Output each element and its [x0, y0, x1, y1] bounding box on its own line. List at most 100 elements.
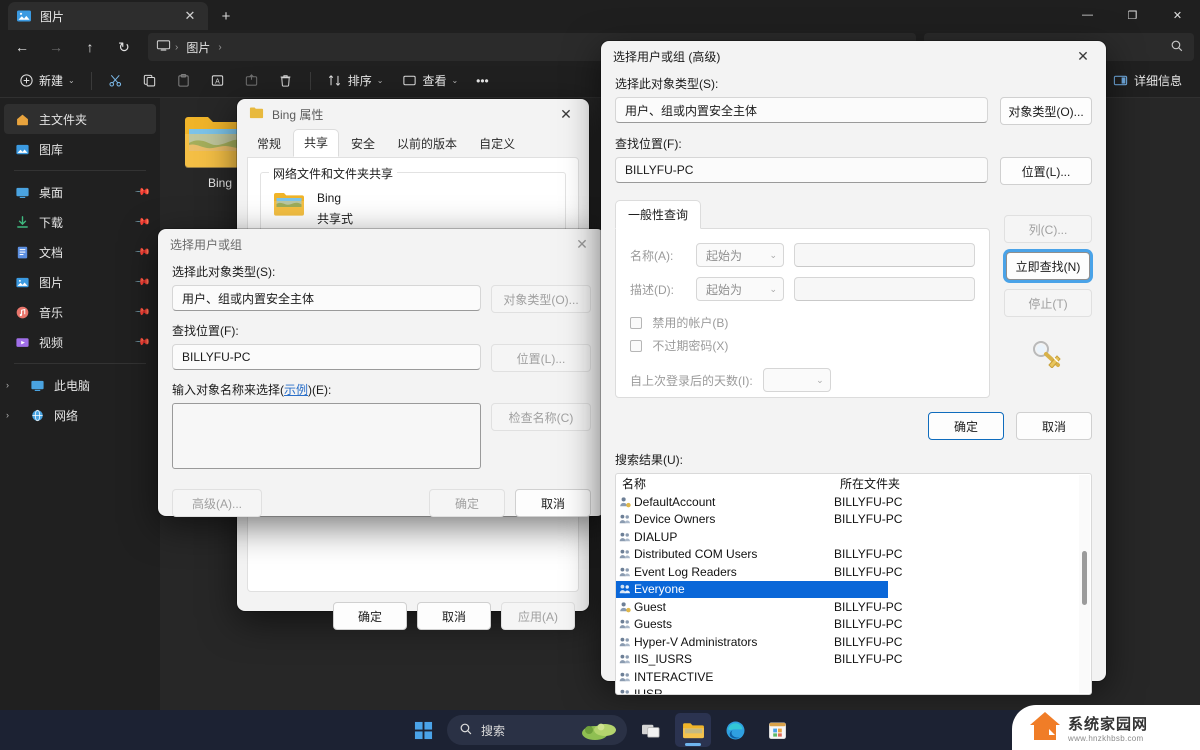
table-row[interactable]: Guests BILLYFU-PC [616, 616, 1091, 634]
results-scrollbar-thumb[interactable] [1082, 551, 1087, 605]
sidebar-item-gallery[interactable]: 图库 [4, 134, 156, 164]
column-header-folder[interactable]: 所在文件夹 [834, 475, 900, 493]
table-row[interactable]: Hyper-V Administrators BILLYFU-PC [616, 633, 1091, 651]
tab-previous-versions[interactable]: 以前的版本 [387, 131, 467, 157]
table-row[interactable]: IUSR [616, 686, 1091, 696]
results-scrollbar[interactable] [1079, 475, 1090, 693]
table-row-selected[interactable]: Everyone [616, 581, 888, 599]
name-operator-select[interactable]: 起始为 ⌄ [696, 243, 784, 267]
table-row[interactable]: Event Log Readers BILLYFU-PC [616, 563, 1091, 581]
more-button[interactable]: ••• [468, 67, 497, 95]
table-row[interactable]: INTERACTIVE [616, 668, 1091, 686]
start-button[interactable] [405, 713, 441, 747]
cancel-button[interactable]: 取消 [1016, 412, 1092, 440]
advanced-button[interactable]: 高级(A)... [172, 489, 262, 517]
tab-sharing[interactable]: 共享 [293, 129, 339, 157]
sidebar-item-desktop[interactable]: 桌面 📌 [4, 177, 156, 207]
sidebar-item-videos[interactable]: 视频 📌 [4, 327, 156, 357]
minimize-button[interactable]: — [1065, 0, 1110, 30]
table-row[interactable]: Guest BILLYFU-PC [616, 598, 1091, 616]
table-row[interactable]: IIS_IUSRS BILLYFU-PC [616, 651, 1091, 669]
locations-button[interactable]: 位置(L)... [491, 344, 591, 372]
task-view-button[interactable] [633, 713, 669, 747]
tab-customize[interactable]: 自定义 [469, 131, 525, 157]
object-names-input[interactable] [172, 403, 481, 469]
search-icon[interactable] [1170, 39, 1184, 56]
column-header-name[interactable]: 名称 [616, 475, 834, 493]
close-icon[interactable]: ✕ [549, 100, 583, 128]
days-since-logon-select[interactable]: ⌄ [763, 368, 831, 392]
taskbar-search[interactable]: 搜索 [447, 715, 627, 745]
sidebar-item-home[interactable]: 主文件夹 [4, 104, 156, 134]
share-button[interactable] [236, 67, 268, 95]
sidebar-item-pictures[interactable]: 图片 📌 [4, 267, 156, 297]
apply-button[interactable]: 应用(A) [501, 602, 575, 630]
pin-icon[interactable]: 📌 [133, 304, 150, 321]
locations-button[interactable]: 位置(L)... [1000, 157, 1092, 185]
check-names-button[interactable]: 检查名称(C) [491, 403, 591, 431]
pin-icon[interactable]: 📌 [133, 274, 150, 291]
chevron-right-icon[interactable]: › [6, 380, 20, 390]
close-icon[interactable]: ✕ [565, 230, 599, 258]
pin-icon[interactable]: 📌 [133, 184, 150, 201]
stop-button[interactable]: 停止(T) [1004, 289, 1092, 317]
object-types-button[interactable]: 对象类型(O)... [1000, 97, 1092, 125]
rename-button[interactable]: A [202, 67, 234, 95]
delete-button[interactable] [270, 67, 302, 95]
non-expiring-password-checkbox[interactable]: 不过期密码(X) [630, 337, 975, 354]
chevron-right-icon[interactable]: › [6, 410, 20, 420]
disabled-accounts-checkbox[interactable]: 禁用的帐户(B) [630, 314, 975, 331]
description-filter-input[interactable] [794, 277, 975, 301]
sidebar-item-this-pc[interactable]: › 此电脑 [4, 370, 156, 400]
sidebar-item-network[interactable]: › 网络 [4, 400, 156, 430]
description-operator-select[interactable]: 起始为 ⌄ [696, 277, 784, 301]
view-button[interactable]: 查看 ⌄ [393, 67, 466, 95]
object-type-field[interactable]: 用户、组或内置安全主体 [615, 97, 988, 123]
details-pane-button[interactable]: 详细信息 [1105, 67, 1190, 95]
sidebar-item-music[interactable]: 音乐 📌 [4, 297, 156, 327]
table-row[interactable]: Distributed COM Users BILLYFU-PC [616, 546, 1091, 564]
location-field[interactable]: BILLYFU-PC [172, 344, 481, 370]
pin-icon[interactable]: 📌 [133, 214, 150, 231]
search-results-list[interactable]: 名称 所在文件夹 DefaultAccount BILLYFU-PC Devic… [615, 473, 1092, 695]
ok-button[interactable]: 确定 [429, 489, 505, 517]
close-icon[interactable]: ✕ [1066, 42, 1100, 70]
close-window-button[interactable]: ✕ [1155, 0, 1200, 30]
table-row[interactable]: Device Owners BILLYFU-PC [616, 511, 1091, 529]
sidebar-item-downloads[interactable]: 下载 📌 [4, 207, 156, 237]
refresh-icon[interactable]: ↻ [108, 33, 140, 61]
maximize-button[interactable]: ❐ [1110, 0, 1155, 30]
breadcrumb-current[interactable]: 图片 [182, 37, 214, 58]
copy-button[interactable] [134, 67, 166, 95]
sidebar-item-documents[interactable]: 文档 📌 [4, 237, 156, 267]
object-type-field[interactable]: 用户、组或内置安全主体 [172, 285, 481, 311]
name-filter-input[interactable] [794, 243, 975, 267]
microsoft-store-button[interactable] [759, 713, 795, 747]
forward-icon[interactable]: → [40, 33, 72, 61]
tab-security[interactable]: 安全 [341, 131, 385, 157]
paste-button[interactable] [168, 67, 200, 95]
examples-link[interactable]: 示例 [284, 383, 308, 397]
cut-button[interactable] [100, 67, 132, 95]
pin-icon[interactable]: 📌 [133, 244, 150, 261]
object-types-button[interactable]: 对象类型(O)... [491, 285, 591, 313]
table-row[interactable]: DefaultAccount BILLYFU-PC [616, 493, 1091, 511]
edge-button[interactable] [717, 713, 753, 747]
ok-button[interactable]: 确定 [928, 412, 1004, 440]
find-now-button[interactable]: 立即查找(N) [1006, 252, 1090, 280]
columns-button[interactable]: 列(C)... [1004, 215, 1092, 243]
explorer-tab-pictures[interactable]: 图片 ✕ [8, 2, 208, 30]
cancel-button[interactable]: 取消 [515, 489, 591, 517]
cancel-button[interactable]: 取消 [417, 602, 491, 630]
ok-button[interactable]: 确定 [333, 602, 407, 630]
back-icon[interactable]: ← [6, 33, 38, 61]
file-explorer-button[interactable] [675, 713, 711, 747]
up-icon[interactable]: ↑ [74, 33, 106, 61]
tab-general[interactable]: 常规 [247, 131, 291, 157]
new-tab-button[interactable]: + [214, 5, 238, 27]
table-row[interactable]: DIALUP [616, 528, 1091, 546]
new-button[interactable]: 新建 ⌄ [10, 67, 83, 95]
sort-button[interactable]: 排序 ⌄ [319, 67, 392, 95]
pin-icon[interactable]: 📌 [133, 334, 150, 351]
close-icon[interactable]: ✕ [180, 6, 200, 26]
